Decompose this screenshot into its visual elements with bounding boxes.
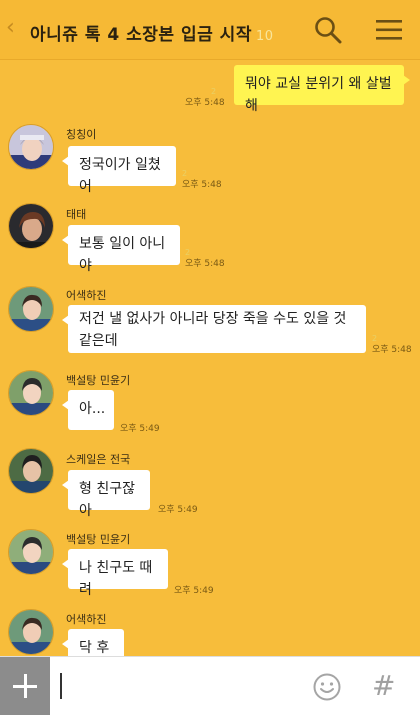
- message-time: 오후 5:49: [174, 586, 214, 596]
- message-input-bar: #: [0, 656, 420, 715]
- message-time: 오후 5:49: [120, 424, 160, 434]
- message-time: 오후 5:49: [158, 505, 198, 515]
- message-text-line: 저건 낼 없사가 아니라 당장 죽을 수도 있을 것: [79, 311, 347, 327]
- message-time: 오후 5:48: [185, 98, 225, 108]
- message-bubble[interactable]: 아...: [62, 390, 114, 430]
- sender-name: 백설탕 민윤기: [66, 374, 131, 387]
- message-text: 정국이가 일쳤어: [79, 157, 161, 195]
- message-bubble[interactable]: 형 친구잖아: [62, 470, 150, 519]
- avatar[interactable]: [8, 609, 54, 655]
- hashtag-icon[interactable]: #: [372, 669, 395, 703]
- chat-header: ‹ 아니쥬 톡 4 소장본 입금 시작 10: [0, 0, 420, 60]
- search-icon[interactable]: [314, 16, 342, 44]
- hamburger-menu-icon[interactable]: [376, 18, 402, 42]
- chevron-left-icon[interactable]: ‹: [6, 16, 15, 40]
- message-text: 닥 후 해: [79, 640, 110, 656]
- avatar[interactable]: [8, 529, 54, 575]
- sender-name: 백설탕 민윤기: [66, 533, 131, 546]
- message-meta: 오후 5:49: [174, 585, 214, 596]
- chat-title: 아니쥬 톡 4 소장본 입금 시작 10: [30, 20, 274, 45]
- message-meta: 2 오후 5:48: [182, 169, 222, 190]
- message-meta: 2 오후 5:48: [185, 248, 225, 269]
- message-text: 나 친구도 때려: [79, 560, 153, 598]
- message-text: 형 친구잖아: [79, 481, 135, 519]
- message-time: 오후 5:48: [182, 180, 222, 190]
- avatar[interactable]: [8, 203, 54, 249]
- avatar[interactable]: [8, 286, 54, 332]
- message-text-line: 같은데: [79, 333, 118, 349]
- unread-count: 2: [182, 169, 188, 178]
- avatar[interactable]: [8, 370, 54, 416]
- unread-count: 2: [185, 248, 191, 257]
- avatar[interactable]: [8, 124, 54, 170]
- chat-title-text: 아니쥬 톡 4 소장본 입금 시작: [30, 25, 252, 45]
- member-count: 10: [255, 29, 274, 44]
- message-bubble[interactable]: 닥 후 해: [62, 629, 124, 656]
- message-meta: 2 오후 5:48: [372, 334, 412, 355]
- sender-name: 스케일은 전국: [66, 453, 131, 466]
- message-meta: 오후 5:49: [120, 423, 160, 434]
- message-bubble[interactable]: 정국이가 일쳤어: [62, 146, 176, 195]
- sender-name: 어색하진: [66, 613, 107, 626]
- message-bubble[interactable]: 보통 일이 아니야: [62, 225, 180, 274]
- message-time: 오후 5:48: [372, 345, 412, 355]
- plus-icon[interactable]: [0, 657, 50, 715]
- message-text: 아...: [79, 401, 106, 417]
- message-time: 오후 5:48: [185, 259, 225, 269]
- message-bubble[interactable]: 나 친구도 때려: [62, 549, 168, 598]
- chat-message-list[interactable]: 2 오후 5:48 뭐야 교실 분위기 왜 살벌해 칭칭이 정국이가 일쳤어 2…: [0, 60, 420, 656]
- unread-count: 2: [211, 87, 217, 96]
- message-meta: 2 오후 5:48: [185, 87, 225, 108]
- sender-name: 칭칭이: [66, 128, 97, 141]
- message-text: 보통 일이 아니야: [79, 236, 166, 274]
- message-input[interactable]: [56, 667, 296, 705]
- unread-count: 2: [372, 334, 378, 343]
- avatar[interactable]: [8, 448, 54, 494]
- message-meta: 오후 5:49: [158, 504, 198, 515]
- message-bubble[interactable]: 저건 낼 없사가 아니라 당장 죽을 수도 있을 것 같은데: [62, 305, 366, 353]
- sender-name: 어색하진: [66, 289, 107, 302]
- smiley-icon[interactable]: [312, 672, 342, 702]
- my-message-bubble[interactable]: 뭐야 교실 분위기 왜 살벌해: [234, 65, 410, 114]
- message-text: 뭐야 교실 분위기 왜 살벌해: [245, 76, 392, 114]
- sender-name: 태태: [66, 208, 87, 221]
- text-caret: [60, 673, 62, 699]
